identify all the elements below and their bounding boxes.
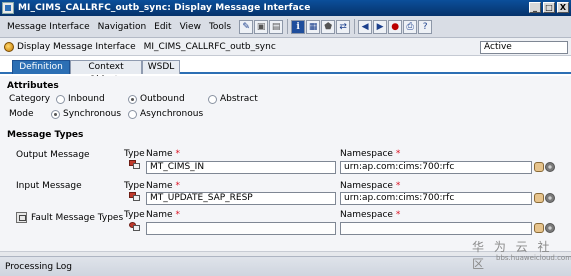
watermark-url: bbs.huaweicloud.com	[496, 254, 571, 262]
edit-pencil-icon[interactable]: ✎	[239, 19, 254, 34]
output-message-actions	[534, 162, 555, 172]
tab-strip: Definition Context Objects WSDL	[0, 58, 571, 85]
print-icon[interactable]: ⎙	[403, 19, 418, 34]
toolbar-separator	[354, 19, 356, 34]
message-types-heading: Message Types	[7, 130, 84, 140]
info-icon[interactable]: i	[291, 19, 306, 34]
output-message-label: Output Message	[16, 150, 90, 160]
gear-icon[interactable]	[545, 223, 555, 233]
status-field: Active	[480, 41, 568, 54]
input-message-actions	[534, 193, 555, 203]
namespace-column-label: Namespace *	[340, 210, 401, 220]
mode-asynchronous-radio[interactable]: Asynchronous	[128, 109, 203, 119]
message-type-icon[interactable]	[129, 160, 140, 170]
category-label: Category	[9, 94, 51, 104]
tab-wsdl[interactable]: WSDL	[142, 60, 180, 74]
type-column-label: Type	[124, 210, 145, 220]
hand-icon[interactable]	[534, 162, 544, 172]
document-icon[interactable]: ▦	[306, 19, 321, 34]
maximize-button[interactable]: □	[543, 2, 555, 13]
category-abstract-radio[interactable]: Abstract	[208, 94, 258, 104]
interface-name: MI_CIMS_CALLRFC_outb_sync	[143, 41, 276, 52]
fault-message-actions	[534, 223, 555, 233]
header-label: Display Message Interface	[17, 41, 136, 52]
namespace-column-label: Namespace *	[340, 149, 401, 159]
fault-type-icon[interactable]	[129, 222, 140, 232]
radio-circle	[128, 109, 137, 119]
forward-arrow-icon[interactable]: ▶	[373, 19, 388, 34]
activate-icon[interactable]: ⬟	[321, 19, 336, 34]
transport-icon[interactable]: ⇄	[336, 19, 351, 34]
name-column-label: Name *	[146, 149, 180, 159]
hand-icon[interactable]	[534, 193, 544, 203]
message-interface-icon	[4, 41, 14, 52]
menu-edit[interactable]: Edit	[154, 22, 171, 32]
tab-context-objects[interactable]: Context Objects	[70, 60, 142, 85]
category-inbound-radio[interactable]: Inbound	[56, 94, 105, 104]
menu-navigation[interactable]: Navigation	[98, 22, 147, 32]
name-column-label: Name *	[146, 210, 180, 220]
minimize-button[interactable]: _	[529, 2, 541, 13]
fault-message-name-field[interactable]	[146, 222, 336, 235]
fault-message-namespace-field[interactable]	[340, 222, 532, 235]
back-arrow-icon[interactable]: ◀	[358, 19, 373, 34]
radio-circle-selected	[128, 94, 137, 104]
toolbar: ✎ ▣ ▤ i ▦ ⬟ ⇄ ◀ ▶ ● ⎙ ?	[239, 19, 433, 34]
gear-icon[interactable]	[545, 162, 555, 172]
help-icon[interactable]: ?	[418, 19, 433, 34]
menu-view[interactable]: View	[180, 22, 201, 32]
output-message-name-field[interactable]: MT_CIMS_IN	[146, 161, 336, 174]
radio-circle	[56, 94, 65, 104]
attributes-heading: Attributes	[7, 81, 59, 91]
toolbar-separator	[287, 19, 289, 34]
display-toggle-icon[interactable]: ▣	[254, 19, 269, 34]
message-type-icon[interactable]	[129, 192, 140, 202]
input-message-namespace-field[interactable]: urn:ap.com:cims:700:rfc	[340, 192, 532, 205]
mode-synchronous-radio[interactable]: Synchronous	[51, 109, 121, 119]
input-message-name-field[interactable]: MT_UPDATE_SAP_RESP	[146, 192, 336, 205]
category-outbound-radio[interactable]: Outbound	[128, 94, 185, 104]
namespace-column-label: Namespace *	[340, 181, 401, 191]
output-message-namespace-field[interactable]: urn:ap.com:cims:700:rfc	[340, 161, 532, 174]
app-icon	[2, 2, 14, 14]
gear-icon[interactable]	[545, 193, 555, 203]
type-column-label: Type	[124, 149, 145, 159]
window-title: MI_CIMS_CALLRFC_outb_sync: Display Messa…	[18, 3, 311, 13]
window-title-bar[interactable]: MI_CIMS_CALLRFC_outb_sync: Display Messa…	[0, 0, 571, 16]
menu-bar: Message Interface Navigation Edit View T…	[0, 16, 571, 38]
save-icon[interactable]: ▤	[269, 19, 284, 34]
mode-label: Mode	[9, 109, 34, 119]
tab-definition[interactable]: Definition	[12, 60, 70, 74]
processing-log-label: Processing Log	[5, 262, 72, 272]
window-controls: _ □ X	[529, 2, 569, 13]
hand-icon[interactable]	[534, 223, 544, 233]
fault-message-types-label: Fault Message Types	[31, 213, 124, 223]
radio-circle-selected	[51, 109, 60, 119]
menu-message-interface[interactable]: Message Interface	[7, 22, 90, 32]
type-column-label: Type	[124, 181, 145, 191]
definition-panel: Attributes Category Inbound Outbound Abs…	[0, 76, 571, 252]
fault-message-types-table-icon[interactable]	[16, 212, 27, 223]
stop-icon[interactable]: ●	[388, 19, 403, 34]
object-header: Display Message Interface MI_CIMS_CALLRF…	[0, 38, 571, 56]
input-message-label: Input Message	[16, 181, 82, 191]
radio-circle	[208, 94, 217, 104]
menu-tools[interactable]: Tools	[209, 22, 231, 32]
name-column-label: Name *	[146, 181, 180, 191]
close-button[interactable]: X	[557, 2, 569, 13]
